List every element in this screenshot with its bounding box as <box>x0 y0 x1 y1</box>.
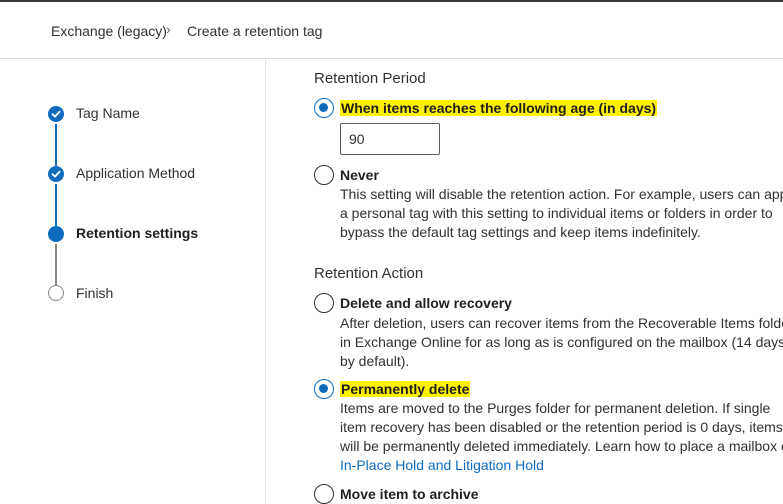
radio-never-option[interactable] <box>314 165 334 185</box>
breadcrumb: Exchange (legacy) › Create a retention t… <box>0 2 783 59</box>
step-connector <box>55 124 57 166</box>
current-step-indicator <box>48 226 64 242</box>
wizard-steps-nav: Tag Name Application Method Retention se… <box>0 60 266 504</box>
never-option-label: Never <box>340 167 379 183</box>
step-retention-settings[interactable]: Retention settings <box>76 225 198 241</box>
radio-delete-recovery-option[interactable] <box>314 293 334 313</box>
radio-permanently-delete-option[interactable] <box>314 379 334 399</box>
age-days-input[interactable] <box>340 123 440 155</box>
breadcrumb-parent-link[interactable]: Exchange (legacy) <box>51 23 167 39</box>
delete-recovery-label: Delete and allow recovery <box>340 295 512 311</box>
retention-action-heading: Retention Action <box>314 265 424 282</box>
chevron-right-icon: › <box>166 21 171 37</box>
step-connector <box>55 244 57 286</box>
retention-settings-panel: Retention Period When items reaches the … <box>266 60 783 504</box>
in-place-hold-link[interactable]: In-Place Hold and Litigation Hold <box>340 457 544 473</box>
retention-period-heading: Retention Period <box>314 70 426 87</box>
never-option-description: This setting will disable the retention … <box>340 186 783 240</box>
delete-recovery-description: After deletion, users can recover items … <box>340 315 783 369</box>
permanently-delete-label: Permanently delete <box>340 381 471 397</box>
radio-move-archive-option[interactable] <box>314 484 334 504</box>
permanently-delete-description: Items are moved to the Purges folder for… <box>340 400 783 473</box>
age-option-label: When items reaches the following age (in… <box>340 100 658 116</box>
radio-age-option[interactable] <box>314 98 334 118</box>
breadcrumb-current: Create a retention tag <box>187 23 323 39</box>
checkmark-icon <box>48 166 64 182</box>
step-connector <box>55 184 57 226</box>
move-archive-label: Move item to archive <box>340 486 479 502</box>
step-application-method[interactable]: Application Method <box>76 165 195 181</box>
pending-step-indicator <box>48 285 64 301</box>
step-tag-name[interactable]: Tag Name <box>76 105 140 121</box>
step-finish[interactable]: Finish <box>76 285 113 301</box>
checkmark-icon <box>48 106 64 122</box>
